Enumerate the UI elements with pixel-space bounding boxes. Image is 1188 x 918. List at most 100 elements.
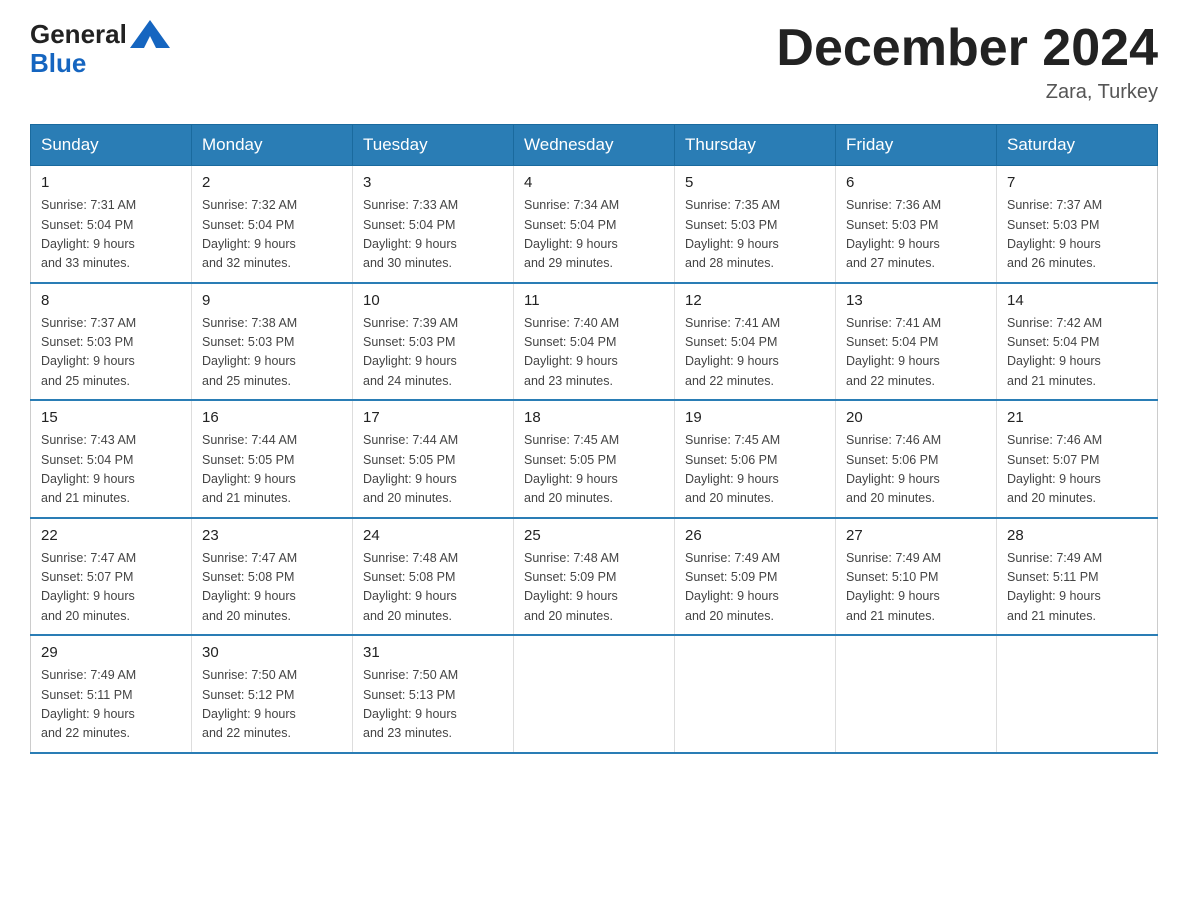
day-number: 16 [202, 409, 342, 426]
day-cell [514, 635, 675, 753]
col-saturday: Saturday [997, 125, 1158, 166]
day-number: 18 [524, 409, 664, 426]
day-number: 11 [524, 292, 664, 309]
day-cell: 8 Sunrise: 7:37 AM Sunset: 5:03 PM Dayli… [31, 283, 192, 401]
day-number: 23 [202, 527, 342, 544]
day-number: 19 [685, 409, 825, 426]
logo-general: General [30, 21, 127, 47]
day-cell: 18 Sunrise: 7:45 AM Sunset: 5:05 PM Dayl… [514, 400, 675, 518]
day-cell: 16 Sunrise: 7:44 AM Sunset: 5:05 PM Dayl… [192, 400, 353, 518]
day-info: Sunrise: 7:37 AM Sunset: 5:03 PM Dayligh… [1007, 196, 1147, 274]
logo-triangle-icon [130, 20, 170, 48]
week-row-5: 29 Sunrise: 7:49 AM Sunset: 5:11 PM Dayl… [31, 635, 1158, 753]
day-cell [836, 635, 997, 753]
day-cell [675, 635, 836, 753]
day-info: Sunrise: 7:44 AM Sunset: 5:05 PM Dayligh… [202, 431, 342, 509]
day-cell: 5 Sunrise: 7:35 AM Sunset: 5:03 PM Dayli… [675, 166, 836, 283]
day-info: Sunrise: 7:37 AM Sunset: 5:03 PM Dayligh… [41, 314, 181, 392]
day-info: Sunrise: 7:39 AM Sunset: 5:03 PM Dayligh… [363, 314, 503, 392]
day-cell: 11 Sunrise: 7:40 AM Sunset: 5:04 PM Dayl… [514, 283, 675, 401]
day-number: 30 [202, 644, 342, 661]
col-monday: Monday [192, 125, 353, 166]
day-info: Sunrise: 7:47 AM Sunset: 5:08 PM Dayligh… [202, 549, 342, 627]
day-info: Sunrise: 7:45 AM Sunset: 5:05 PM Dayligh… [524, 431, 664, 509]
day-number: 20 [846, 409, 986, 426]
day-number: 27 [846, 527, 986, 544]
day-number: 5 [685, 174, 825, 191]
day-info: Sunrise: 7:49 AM Sunset: 5:11 PM Dayligh… [1007, 549, 1147, 627]
day-cell: 20 Sunrise: 7:46 AM Sunset: 5:06 PM Dayl… [836, 400, 997, 518]
day-number: 13 [846, 292, 986, 309]
day-info: Sunrise: 7:49 AM Sunset: 5:10 PM Dayligh… [846, 549, 986, 627]
day-cell: 22 Sunrise: 7:47 AM Sunset: 5:07 PM Dayl… [31, 518, 192, 636]
day-cell: 17 Sunrise: 7:44 AM Sunset: 5:05 PM Dayl… [353, 400, 514, 518]
day-cell: 19 Sunrise: 7:45 AM Sunset: 5:06 PM Dayl… [675, 400, 836, 518]
day-cell: 30 Sunrise: 7:50 AM Sunset: 5:12 PM Dayl… [192, 635, 353, 753]
day-info: Sunrise: 7:46 AM Sunset: 5:07 PM Dayligh… [1007, 431, 1147, 509]
title-area: December 2024 Zara, Turkey [776, 20, 1158, 104]
day-cell: 6 Sunrise: 7:36 AM Sunset: 5:03 PM Dayli… [836, 166, 997, 283]
day-cell: 13 Sunrise: 7:41 AM Sunset: 5:04 PM Dayl… [836, 283, 997, 401]
day-info: Sunrise: 7:44 AM Sunset: 5:05 PM Dayligh… [363, 431, 503, 509]
calendar-header: Sunday Monday Tuesday Wednesday Thursday… [31, 125, 1158, 166]
day-cell: 9 Sunrise: 7:38 AM Sunset: 5:03 PM Dayli… [192, 283, 353, 401]
day-number: 6 [846, 174, 986, 191]
day-cell: 7 Sunrise: 7:37 AM Sunset: 5:03 PM Dayli… [997, 166, 1158, 283]
col-friday: Friday [836, 125, 997, 166]
day-cell: 4 Sunrise: 7:34 AM Sunset: 5:04 PM Dayli… [514, 166, 675, 283]
day-info: Sunrise: 7:49 AM Sunset: 5:11 PM Dayligh… [41, 666, 181, 744]
day-number: 26 [685, 527, 825, 544]
day-info: Sunrise: 7:45 AM Sunset: 5:06 PM Dayligh… [685, 431, 825, 509]
day-info: Sunrise: 7:43 AM Sunset: 5:04 PM Dayligh… [41, 431, 181, 509]
col-sunday: Sunday [31, 125, 192, 166]
month-title: December 2024 [776, 20, 1158, 77]
day-number: 10 [363, 292, 503, 309]
day-number: 21 [1007, 409, 1147, 426]
day-number: 28 [1007, 527, 1147, 544]
day-number: 22 [41, 527, 181, 544]
day-info: Sunrise: 7:42 AM Sunset: 5:04 PM Dayligh… [1007, 314, 1147, 392]
calendar-body: 1 Sunrise: 7:31 AM Sunset: 5:04 PM Dayli… [31, 166, 1158, 753]
day-number: 2 [202, 174, 342, 191]
day-number: 3 [363, 174, 503, 191]
day-number: 4 [524, 174, 664, 191]
day-number: 25 [524, 527, 664, 544]
day-info: Sunrise: 7:48 AM Sunset: 5:08 PM Dayligh… [363, 549, 503, 627]
week-row-2: 8 Sunrise: 7:37 AM Sunset: 5:03 PM Dayli… [31, 283, 1158, 401]
week-row-3: 15 Sunrise: 7:43 AM Sunset: 5:04 PM Dayl… [31, 400, 1158, 518]
day-info: Sunrise: 7:34 AM Sunset: 5:04 PM Dayligh… [524, 196, 664, 274]
day-info: Sunrise: 7:50 AM Sunset: 5:12 PM Dayligh… [202, 666, 342, 744]
day-info: Sunrise: 7:41 AM Sunset: 5:04 PM Dayligh… [846, 314, 986, 392]
page-header: General Blue December 2024 Zara, Turkey [30, 20, 1158, 104]
logo: General Blue [30, 20, 170, 79]
day-info: Sunrise: 7:38 AM Sunset: 5:03 PM Dayligh… [202, 314, 342, 392]
day-cell [997, 635, 1158, 753]
day-cell: 25 Sunrise: 7:48 AM Sunset: 5:09 PM Dayl… [514, 518, 675, 636]
day-cell: 3 Sunrise: 7:33 AM Sunset: 5:04 PM Dayli… [353, 166, 514, 283]
day-number: 12 [685, 292, 825, 309]
location: Zara, Turkey [776, 81, 1158, 104]
day-info: Sunrise: 7:49 AM Sunset: 5:09 PM Dayligh… [685, 549, 825, 627]
day-cell: 21 Sunrise: 7:46 AM Sunset: 5:07 PM Dayl… [997, 400, 1158, 518]
days-of-week-row: Sunday Monday Tuesday Wednesday Thursday… [31, 125, 1158, 166]
day-cell: 27 Sunrise: 7:49 AM Sunset: 5:10 PM Dayl… [836, 518, 997, 636]
day-number: 24 [363, 527, 503, 544]
day-cell: 29 Sunrise: 7:49 AM Sunset: 5:11 PM Dayl… [31, 635, 192, 753]
day-info: Sunrise: 7:46 AM Sunset: 5:06 PM Dayligh… [846, 431, 986, 509]
day-info: Sunrise: 7:31 AM Sunset: 5:04 PM Dayligh… [41, 196, 181, 274]
day-number: 7 [1007, 174, 1147, 191]
day-number: 8 [41, 292, 181, 309]
col-wednesday: Wednesday [514, 125, 675, 166]
day-number: 1 [41, 174, 181, 191]
day-info: Sunrise: 7:47 AM Sunset: 5:07 PM Dayligh… [41, 549, 181, 627]
day-cell: 26 Sunrise: 7:49 AM Sunset: 5:09 PM Dayl… [675, 518, 836, 636]
day-info: Sunrise: 7:32 AM Sunset: 5:04 PM Dayligh… [202, 196, 342, 274]
day-cell: 31 Sunrise: 7:50 AM Sunset: 5:13 PM Dayl… [353, 635, 514, 753]
day-info: Sunrise: 7:48 AM Sunset: 5:09 PM Dayligh… [524, 549, 664, 627]
day-info: Sunrise: 7:50 AM Sunset: 5:13 PM Dayligh… [363, 666, 503, 744]
col-thursday: Thursday [675, 125, 836, 166]
day-number: 9 [202, 292, 342, 309]
day-info: Sunrise: 7:40 AM Sunset: 5:04 PM Dayligh… [524, 314, 664, 392]
day-cell: 23 Sunrise: 7:47 AM Sunset: 5:08 PM Dayl… [192, 518, 353, 636]
day-number: 17 [363, 409, 503, 426]
